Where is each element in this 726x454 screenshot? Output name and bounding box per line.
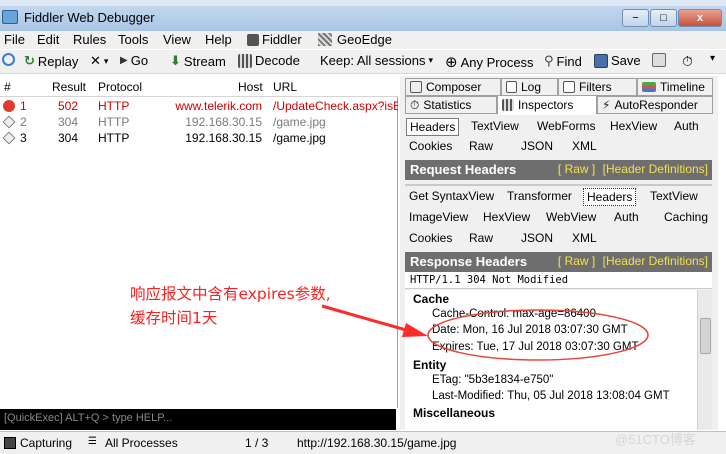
annotation-text: 响应报文中含有expires参数, 缓存时间1天: [130, 282, 331, 330]
annotation-line-2: 缓存时间1天: [130, 309, 218, 327]
watermark: @51CTO博客: [615, 432, 696, 447]
annotation-line-1: 响应报文中含有expires参数,: [130, 285, 331, 303]
annotation-overlay: [321, 304, 649, 361]
annotation-arrow-line: [321, 304, 414, 334]
annotation-ellipse: [427, 309, 649, 361]
annotation-arrow-head: [402, 323, 428, 337]
